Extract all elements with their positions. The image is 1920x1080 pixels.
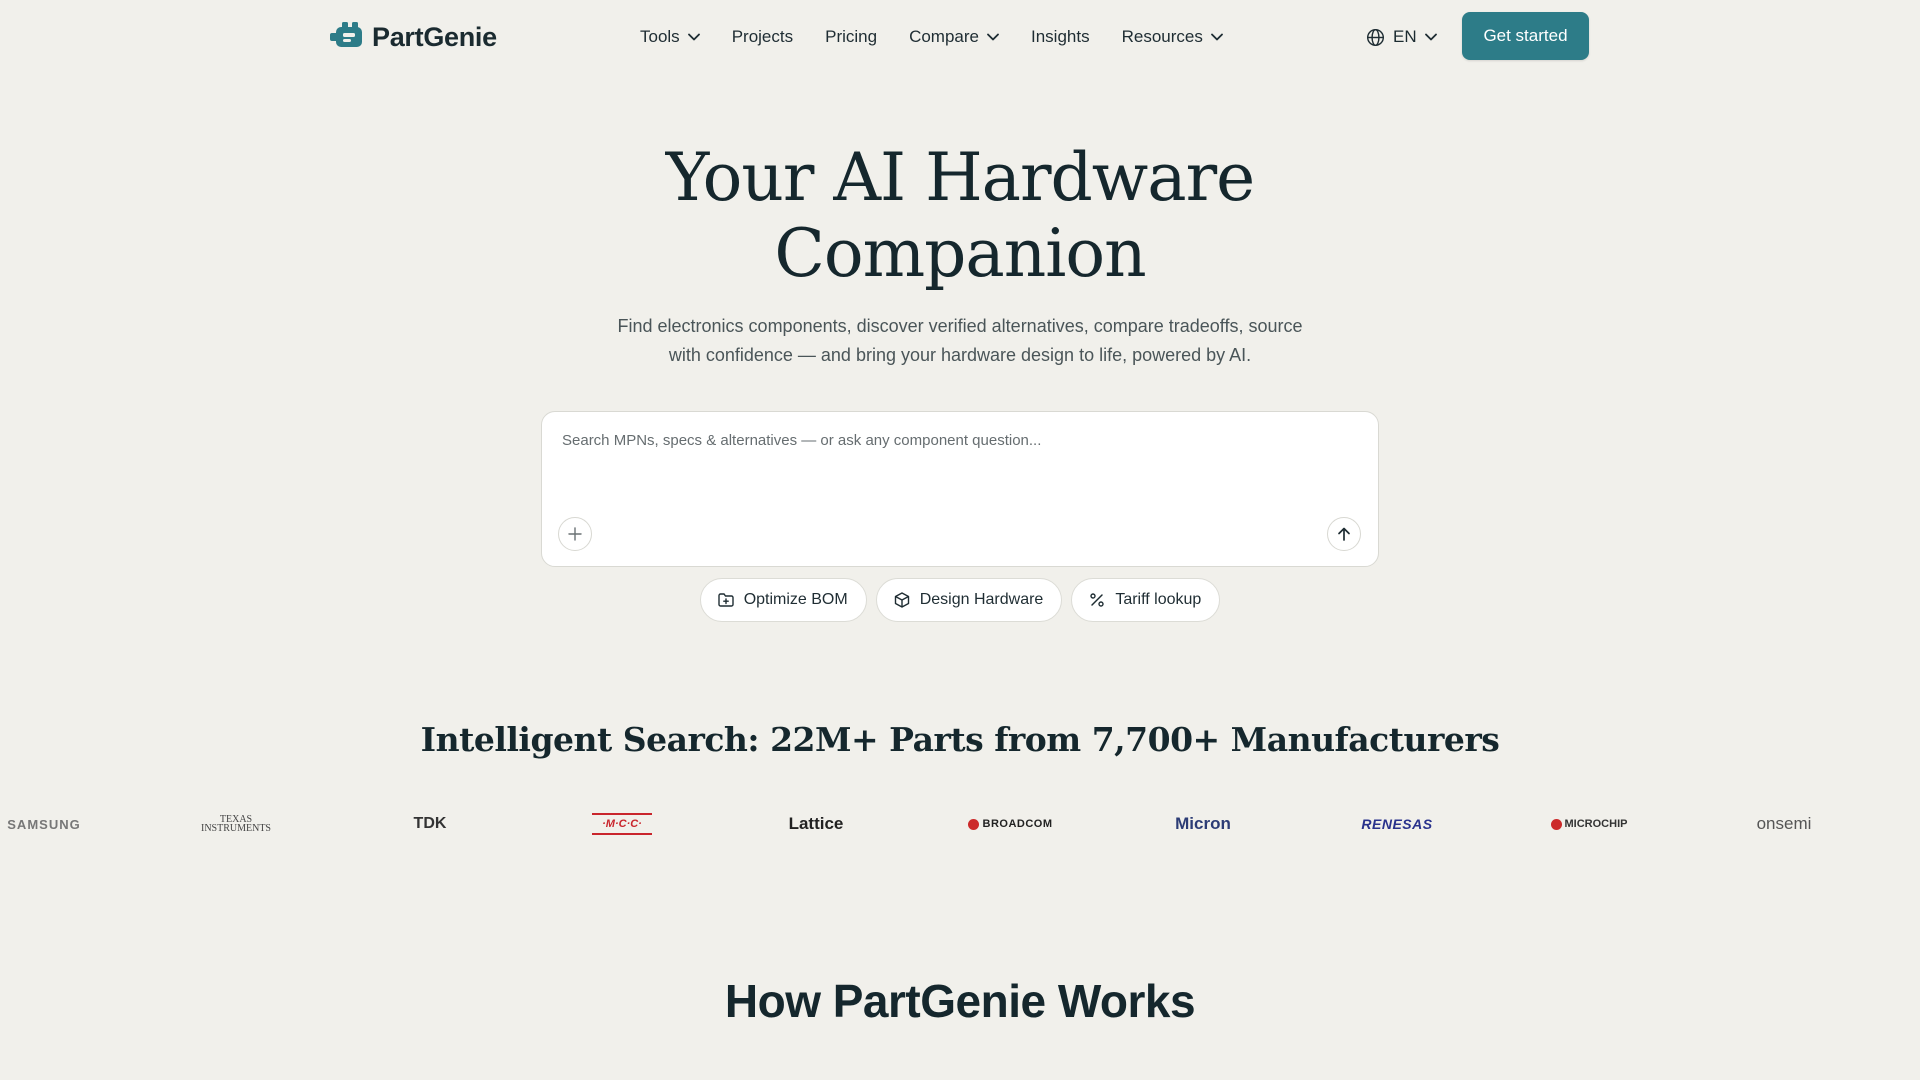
hero-subtitle-line1: Find electronics components, discover ve…	[617, 316, 1303, 336]
logo-tdk-text: TDK	[413, 815, 447, 832]
logo-lattice-text: Lattice	[788, 814, 844, 833]
folder-plus-icon	[717, 593, 734, 607]
nav-projects-label: Projects	[731, 27, 794, 46]
microchip-mark-icon	[1550, 818, 1562, 830]
search-box	[541, 411, 1379, 567]
hero-title-line1: Your AI Hardware	[665, 139, 1255, 216]
design-hardware-chip[interactable]: Design Hardware	[875, 578, 1063, 622]
hero-title-line2: Companion	[774, 215, 1146, 292]
chevron-down-icon	[1424, 33, 1437, 41]
optimize-bom-label: Optimize BOM	[743, 591, 848, 608]
logo-microchip-text: MICROCHIP	[1564, 818, 1628, 830]
nav-projects[interactable]: Projects	[732, 27, 793, 47]
optimize-bom-chip[interactable]: Optimize BOM	[699, 578, 867, 622]
nav-tools-label: Tools	[640, 27, 680, 46]
logo-samsung-text: SAMSUNG	[7, 816, 81, 832]
nav-tools[interactable]: Tools	[640, 27, 700, 47]
logo-onsemi: onsemi	[1752, 808, 1816, 840]
globe-icon	[1366, 28, 1385, 46]
manufacturer-logos: SAMSUNG TEXAS INSTRUMENTS TDK ·M·C·C· La…	[0, 808, 1920, 840]
percent-icon	[1090, 593, 1105, 607]
search-input[interactable]	[562, 432, 1352, 472]
logo-renesas-text: RENESAS	[1361, 816, 1433, 832]
main-menu: Tools Projects Pricing Compare Insights …	[640, 24, 1223, 50]
cube-icon	[894, 592, 909, 608]
nav-insights-label: Insights	[1031, 27, 1090, 46]
chevron-down-icon	[987, 33, 999, 41]
nav-pricing[interactable]: Pricing	[825, 27, 877, 47]
tariff-lookup-chip[interactable]: Tariff lookup	[1071, 578, 1221, 622]
top-nav: PartGenie Tools Projects Pricing Compare…	[0, 0, 1920, 74]
logo-micron-text: Micron	[1175, 814, 1231, 833]
chevron-down-icon	[687, 33, 700, 41]
arrow-up-icon	[1338, 527, 1350, 541]
logo-lattice: Lattice	[784, 808, 848, 840]
logo-renesas: RENESAS	[1356, 808, 1438, 840]
logo-onsemi-text: onsemi	[1756, 814, 1812, 833]
add-attachment-button[interactable]	[558, 517, 592, 551]
nav-pricing-label: Pricing	[825, 27, 878, 46]
hero-subtitle: Find electronics components, discover ve…	[610, 312, 1310, 370]
design-hardware-label: Design Hardware	[919, 591, 1044, 608]
get-started-button[interactable]: Get started	[1462, 12, 1589, 60]
language-label: EN	[1393, 27, 1417, 46]
logo-ti-text2: INSTRUMENTS	[200, 823, 271, 834]
logo-micron: Micron	[1170, 808, 1236, 840]
submit-search-button[interactable]	[1327, 517, 1361, 551]
hero-subtitle-line2: with confidence — and bring your hardwar…	[668, 345, 1252, 365]
nav-compare-label: Compare	[909, 27, 979, 46]
chevron-down-icon	[1210, 33, 1223, 41]
nav-resources[interactable]: Resources	[1122, 27, 1223, 47]
hero-title: Your AI Hardware Companion	[560, 140, 1360, 292]
logo-mark-icon	[330, 22, 362, 47]
logo-broadcom: BROADCOM	[964, 808, 1056, 840]
manufacturers-title: Intelligent Search: 22M+ Parts from 7,70…	[420, 720, 1500, 759]
logo-text: PartGenie	[372, 21, 497, 52]
language-selector[interactable]: EN	[1366, 24, 1437, 50]
tariff-lookup-label: Tariff lookup	[1115, 591, 1202, 608]
logo-texas-instruments: TEXAS INSTRUMENTS	[200, 808, 272, 840]
nav-compare[interactable]: Compare	[909, 27, 999, 47]
plus-icon	[568, 527, 582, 541]
logo-broadcom-text: BROADCOM	[982, 818, 1053, 830]
logo-microchip: MICROCHIP	[1546, 808, 1632, 840]
broadcom-mark-icon	[967, 818, 979, 830]
page: PartGenie Tools Projects Pricing Compare…	[0, 0, 1920, 1080]
logo[interactable]: PartGenie	[330, 20, 497, 54]
logo-mcc-text: ·M·C·C·	[602, 818, 642, 830]
logo-tdk: TDK	[400, 808, 460, 840]
quick-actions: Optimize BOM Design Hardware Tariff look…	[0, 578, 1920, 624]
logo-samsung: SAMSUNG	[4, 808, 84, 840]
nav-resources-label: Resources	[1121, 27, 1203, 46]
how-it-works-title: How PartGenie Works	[724, 975, 1196, 1027]
logo-mcc: ·M·C·C·	[592, 813, 652, 835]
nav-insights[interactable]: Insights	[1031, 27, 1090, 47]
